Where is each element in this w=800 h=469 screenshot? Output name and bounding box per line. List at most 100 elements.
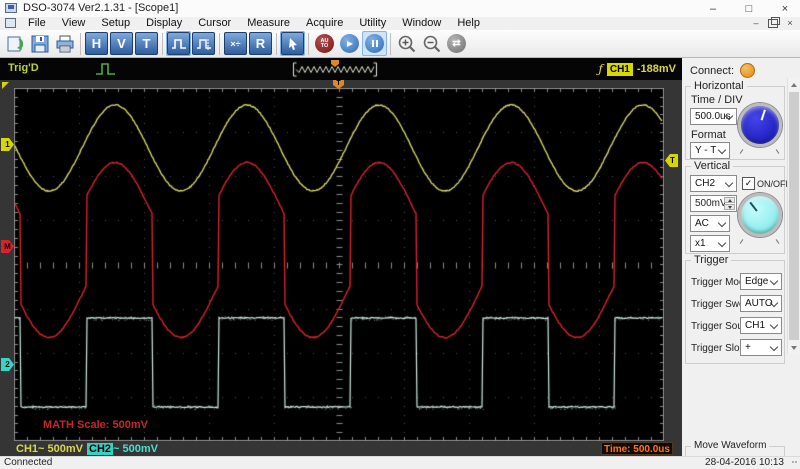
scope-panel: T 1 M 2 T MATH Scale: 500mV CH1~ 500mV C… (0, 80, 682, 456)
app-window: DSO-3074 Ver2.1.31 - [Scope1] – □ × File… (0, 0, 800, 468)
scope-display[interactable] (14, 88, 664, 441)
vertical-label: V (110, 32, 133, 55)
mdi-restore-button[interactable] (768, 19, 778, 28)
refresh-button[interactable]: ⇄ (444, 31, 469, 56)
menu-item-help[interactable]: Help (449, 17, 488, 30)
format-label: Format (691, 129, 726, 141)
menu-item-utility[interactable]: Utility (351, 17, 394, 30)
zoom-out-icon (422, 34, 442, 54)
trigger-level-marker[interactable]: T (665, 154, 678, 167)
ch2-position-marker[interactable]: 2 (1, 358, 14, 371)
menu-item-measure[interactable]: Measure (239, 17, 298, 30)
menu-item-setup[interactable]: Setup (93, 17, 138, 30)
open-icon (5, 34, 25, 54)
math-button[interactable]: ×÷ (223, 31, 248, 56)
menu-item-display[interactable]: Display (138, 17, 190, 30)
menu-item-window[interactable]: Window (394, 17, 449, 30)
auto-icon: AUTO (315, 34, 334, 53)
vertical-group: Vertical CH2 ✓ ON/OFF 500mV AC x1 (685, 166, 785, 254)
minimize-button[interactable]: – (706, 3, 720, 15)
scroll-down-arrow[interactable] (788, 341, 800, 354)
spin-up-button[interactable] (724, 197, 735, 203)
trigger-mode-select[interactable]: Edge (740, 273, 782, 290)
knob-pointer (761, 109, 766, 120)
chevron-down-icon (718, 146, 726, 154)
spin-down-button[interactable] (724, 204, 735, 210)
vertical-knob[interactable] (738, 193, 782, 237)
ref-button[interactable]: R (248, 31, 273, 56)
resize-grip[interactable] (792, 461, 798, 467)
trigger-group: Trigger Trigger Mode Edge Trigger Sweep … (685, 260, 785, 364)
menu-item-cursor[interactable]: Cursor (190, 17, 239, 30)
knob-tick (776, 239, 780, 244)
horizontal-knob[interactable] (738, 103, 782, 147)
trigger-label: T (135, 32, 158, 55)
cursor-button[interactable] (280, 31, 305, 56)
zoom-out-button[interactable] (419, 31, 444, 56)
trigger-slope-select[interactable]: + (740, 339, 782, 356)
move-waveform-title: Move Waveform (691, 440, 769, 451)
volts-div-spinner[interactable]: 500mV (690, 195, 737, 212)
cursor-arrow-icon (286, 37, 300, 51)
print-icon (55, 34, 75, 54)
coupling-select[interactable]: AC (690, 215, 730, 232)
refresh-icon: ⇄ (447, 34, 466, 53)
auto-button[interactable]: AUTO (312, 31, 337, 56)
ch1-readout: CH1~ 500mV (16, 443, 83, 455)
menu-item-acquire[interactable]: Acquire (298, 17, 351, 30)
menu-item-file[interactable]: File (20, 17, 54, 30)
waveform-measure-button[interactable] (191, 31, 216, 56)
mdi-minimize-button[interactable]: – (750, 18, 762, 28)
timebase-readout: Time: 500.0us (601, 442, 673, 455)
scrollbar-thumb[interactable] (789, 92, 799, 340)
save-button[interactable] (27, 31, 52, 56)
trigger-status-bar: Trig'D ƒ CH1 -188mV (0, 58, 682, 80)
toolbar-separator (276, 33, 277, 55)
math-position-marker[interactable]: M (1, 240, 14, 253)
horizontal-button[interactable]: H (84, 31, 109, 56)
waveform-button[interactable] (166, 31, 191, 56)
format-select[interactable]: Y - T (690, 142, 730, 159)
toolbar-separator (390, 33, 391, 55)
trigger-source-badge: CH1 (607, 63, 633, 76)
close-button[interactable]: × (778, 3, 792, 15)
horizontal-group: Horizontal Time / DIV 500.0us Format Y -… (685, 86, 785, 160)
connect-led-indicator[interactable] (740, 63, 755, 78)
math-label: ×÷ (224, 32, 247, 55)
mdi-close-button[interactable]: × (784, 18, 796, 28)
open-button[interactable] (2, 31, 27, 56)
vertical-button[interactable]: V (109, 31, 134, 56)
channel-onoff[interactable]: ✓ ON/OFF (742, 177, 791, 190)
trigger-button[interactable]: T (134, 31, 159, 56)
horizontal-group-title: Horizontal (691, 80, 747, 92)
waveform-preview[interactable] (292, 61, 378, 78)
toolbar-separator (219, 33, 220, 55)
print-button[interactable] (52, 31, 77, 56)
chevron-down-icon (718, 219, 726, 227)
maximize-button[interactable]: □ (742, 3, 756, 15)
ch1-position-marker[interactable]: 1 (1, 138, 14, 151)
trigger-source-select[interactable]: CH1 (740, 317, 782, 334)
menu-bar: FileViewSetupDisplayCursorMeasureAcquire… (0, 17, 800, 30)
time-div-select[interactable]: 500.0us (690, 108, 737, 125)
ch2-active-badge: CH2 (87, 443, 113, 455)
run-button[interactable]: ▶ (337, 31, 362, 56)
channel-select[interactable]: CH2 (690, 175, 737, 192)
menu-item-view[interactable]: View (54, 17, 94, 30)
trigger-sweep-select[interactable]: AUTO (740, 295, 782, 312)
zoom-in-button[interactable] (394, 31, 419, 56)
status-bar: Connected 28-04-2016 10:13 (0, 456, 800, 469)
probe-select[interactable]: x1 (690, 235, 730, 252)
panel-scrollbar[interactable] (787, 78, 800, 354)
document-icon (5, 18, 16, 28)
knob-tick (776, 149, 780, 154)
time-div-label: Time / DIV (691, 94, 743, 106)
onoff-checkbox[interactable]: ✓ (742, 177, 755, 190)
pause-button[interactable] (362, 31, 387, 56)
scroll-up-arrow[interactable] (788, 78, 800, 91)
onoff-label: ON/OFF (757, 179, 791, 189)
toolbar-separator (162, 33, 163, 55)
ch2-readout: CH2~ 500mV (87, 443, 158, 455)
square-wave-icon (171, 37, 187, 51)
save-icon (30, 34, 50, 54)
